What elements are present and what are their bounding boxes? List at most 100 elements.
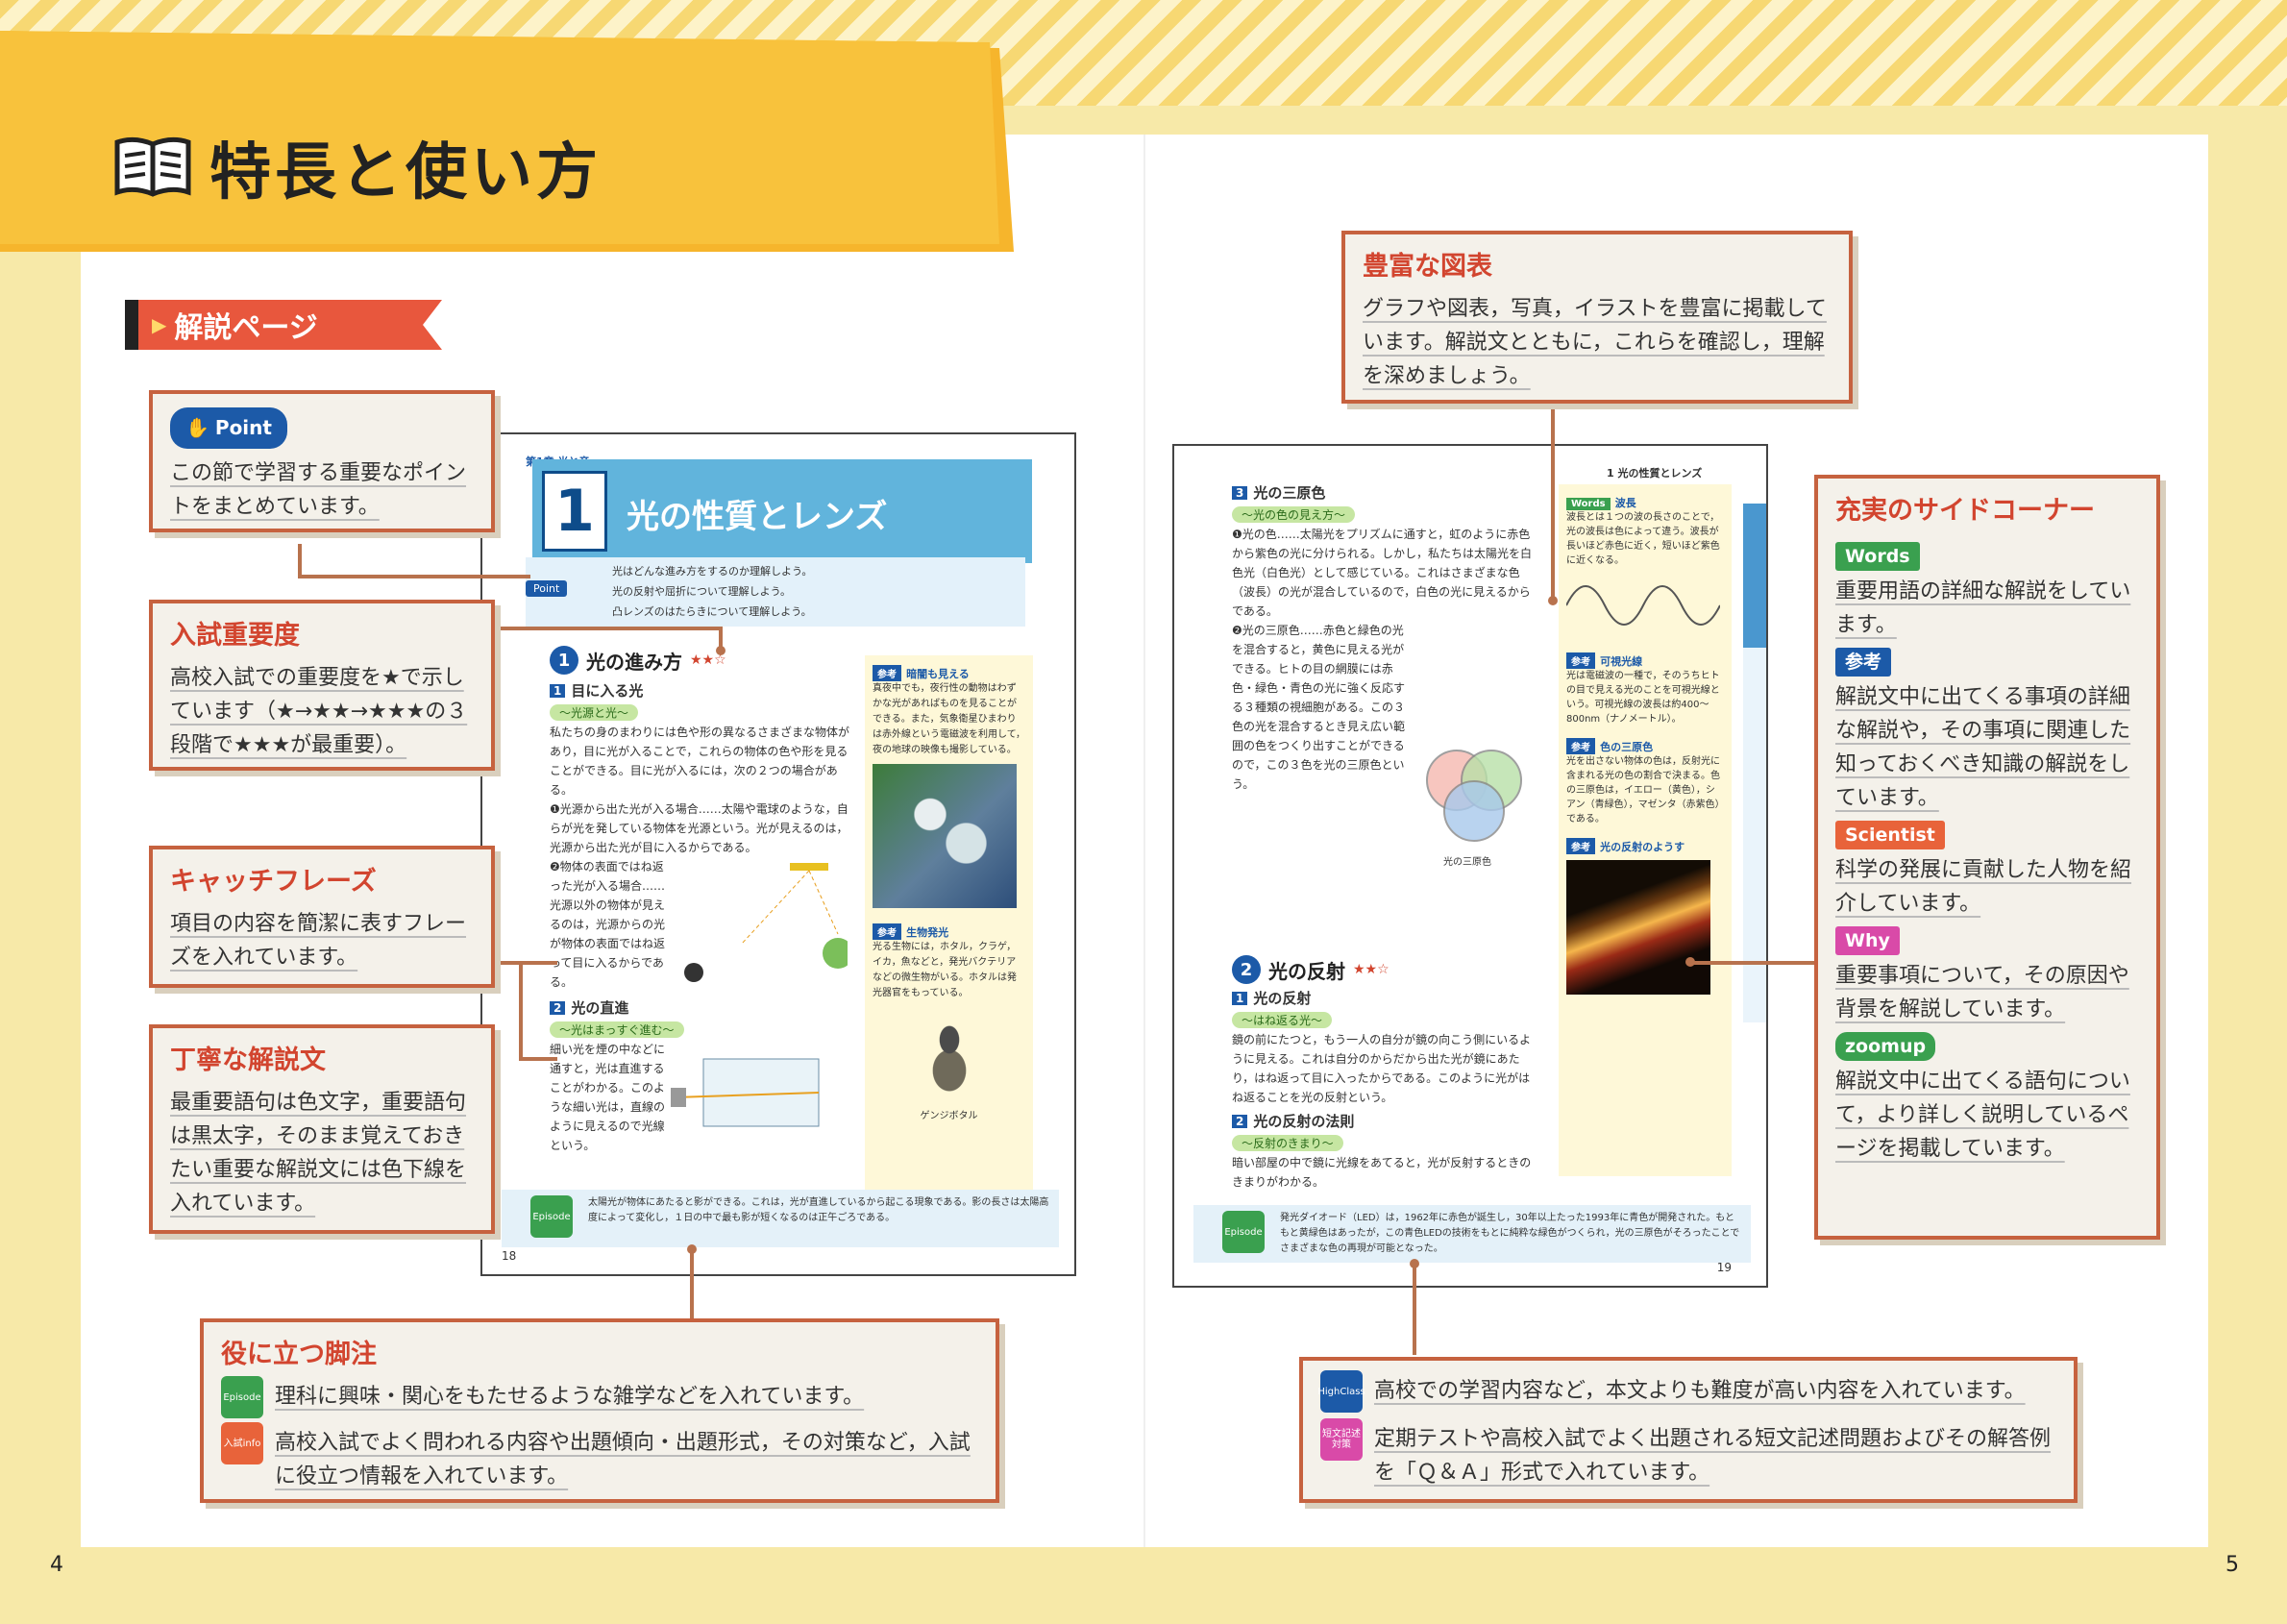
page-title: 特長と使い方: [113, 123, 602, 211]
section-tag: ▶ 解説ページ: [125, 300, 442, 350]
point-item: 光の反射や屈折について理解しよう。: [612, 585, 792, 598]
point-badge: ✋ Point: [170, 407, 287, 449]
reference-badge: 参考: [1835, 648, 1892, 677]
callout-title: 入試重要度: [170, 621, 300, 651]
section-heading: 2 光の反射 ★★☆: [1232, 955, 1539, 984]
callout-title: 丁寧な解説文: [170, 1046, 326, 1075]
point-badge: Point: [526, 580, 568, 597]
side-corner: 参考 光の反射のようす: [1566, 836, 1724, 995]
connector-dot: [1685, 957, 1695, 967]
connector-dot: [1410, 1259, 1419, 1268]
book-icon: [114, 136, 191, 197]
section-tag-label: 解説ページ: [174, 311, 318, 345]
smoke-box-illustration: [671, 1058, 820, 1127]
connector-line: [519, 1057, 557, 1061]
body-text: ❶光源から出た光が入る場合……太陽や電球のような，自らが光を発している物体を光源…: [550, 802, 848, 854]
side-corner: 参考 生物発光 光る生物には，ホタル，クラゲ，イカ，魚などと，発光バクテリアなど…: [873, 922, 1025, 1001]
callout-figures: 豊富な図表 グラフや図表，写真，イラストを豊富に掲載しています。解説文とともに，…: [1341, 231, 1853, 404]
connector-dot: [716, 646, 725, 655]
connector-line: [519, 961, 523, 1057]
side-box-right: Words 波長 波長とは１つの波の長さのことで，光の波長は色によって違う。波長…: [1559, 484, 1732, 1176]
sub-heading: 1 目に入る光: [550, 680, 857, 701]
hand-icon: ✋: [185, 416, 209, 439]
episode-icon: Episode: [530, 1195, 573, 1238]
callout-text: グラフや図表，写真，イラストを豊富に掲載しています。解説文とともに，これらを確認…: [1363, 297, 1827, 388]
callout-text: 高校入試での重要度を★で示しています（★→★★→★★★の３段階で★★★が最重要）…: [170, 666, 468, 757]
diagram-caption: 光の三原色: [1443, 857, 1491, 868]
body-text: ❷物体の表面ではね返った光が入る場合……光源以外の物体が見えるのは，光源からの光…: [550, 860, 666, 989]
callout-footnotes: 役に立つ脚注 Episode 理科に興味・関心をもたせるような雑学などを入れてい…: [200, 1318, 999, 1503]
lesson-title: 光の性質とレンズ: [627, 498, 888, 536]
callout-text: 最重要語句は色文字，重要語句は黒太字，そのまま覚えておきたい重要な解説文には色下…: [170, 1091, 467, 1216]
zoomup-badge: zoomup: [1835, 1032, 1936, 1061]
side-corner-item: Words 重要用語の詳細な解説をしています。: [1835, 536, 2139, 642]
sub-heading: 1 光の反射: [1232, 988, 1539, 1008]
episode-icon: Episode: [1222, 1211, 1265, 1253]
catchphrase: 〜光源と光〜: [550, 704, 639, 721]
lesson-number: 1: [542, 471, 607, 552]
point-item: 光はどんな進み方をするのか理解しよう。: [612, 565, 813, 578]
callout-title: 役に立つ脚注: [221, 1340, 377, 1369]
firefly-illustration: [900, 1011, 997, 1107]
page-number: 19: [1716, 1261, 1732, 1274]
callout-title: 豊富な図表: [1363, 252, 1492, 282]
connector-line: [1551, 404, 1555, 602]
catchphrase: 〜光はまっすぐ進む〜: [550, 1021, 684, 1038]
side-corner: 参考 色の三原色 光を出さない物体の色は，反射光に含まれる光の色の割合で決まる。…: [1566, 736, 1724, 826]
page-number: 18: [502, 1249, 517, 1263]
callout-explanation: 丁寧な解説文 最重要語句は色文字，重要語句は黒太字，そのまま覚えておきたい重要な…: [149, 1024, 495, 1234]
connector-line: [690, 1249, 694, 1318]
episode-footnote: Episode 発光ダイオード（LED）は，1962年に赤色が誕生し，30年以上…: [1193, 1205, 1751, 1263]
body-text: 私たちの身のまわりには色や形の異なるさまざまな物体があり，目に光が入ることで，こ…: [550, 726, 850, 797]
callout-catchphrase: キャッチフレーズ 項目の内容を簡潔に表すフレーズを入れています。: [149, 846, 495, 988]
exam-info-icon: 入試info: [221, 1422, 263, 1464]
body-text: ❷光の三原色……赤色と緑色の光を混合すると，黄色に見える光ができる。ヒトの目の網…: [1232, 624, 1406, 791]
wave-diagram: [1565, 585, 1721, 626]
connector-dot: [1548, 596, 1558, 605]
running-head: 1 光の性質とレンズ: [1607, 467, 1703, 480]
side-corner-item: 参考 解説文中に出てくる事項の詳細な解説や，その事項に関連した知っておくべき知識…: [1835, 642, 2139, 815]
page-number-left: 4: [50, 1553, 63, 1577]
title-text: 特長と使い方: [209, 137, 602, 209]
scientist-badge: Scientist: [1835, 821, 1945, 849]
point-item: 凸レンズのはたらきについて理解しよう。: [612, 605, 812, 618]
callout-title: キャッチフレーズ: [170, 867, 377, 897]
side-corner: 参考 可視光線 光は電磁波の一種で，そのうちヒトの目で見える光のことを可視光線と…: [1566, 651, 1724, 726]
page-number-right: 5: [2226, 1553, 2239, 1577]
callout-text: この節で学習する重要なポイントをまとめています。: [170, 461, 467, 519]
words-corner: Words 波長 波長とは１つの波の長さのことで，光の波長は色によって違う。波長…: [1566, 497, 1720, 566]
why-badge: Why: [1835, 926, 1900, 955]
side-box-left: 参考 暗闇も見える 真夜中でも，夜行性の動物はわずかな光があればものを見ることが…: [865, 655, 1033, 1222]
callout-side-corners: 充実のサイドコーナー Words 重要用語の詳細な解説をしています。 参考 解説…: [1814, 475, 2160, 1240]
body-text: 暗い部屋の中で鏡に光線をあてると，光が反射するときのきまりがわかる。: [1232, 1156, 1532, 1189]
callout-advanced: HighClass 高校での学習内容など，本文よりも難度が高い内容を入れています…: [1299, 1357, 2078, 1503]
connector-line: [1413, 1261, 1416, 1355]
triangle-icon: ▶: [152, 313, 167, 336]
footnote-row: 入試info 高校入試でよく問われる内容や出題傾向・出題形式，その対策など，入試…: [221, 1422, 978, 1493]
side-corner-item: Scientist 科学の発展に貢献した人物を紹介しています。: [1835, 815, 2139, 921]
episode-footnote: Episode 太陽光が物体にあたると影ができる。これは，光が直進しているから起…: [502, 1190, 1059, 1247]
connector-line: [298, 575, 530, 578]
callout-importance: 入試重要度 高校入試での重要度を★で示しています（★→★★→★★★の３段階で★★…: [149, 600, 495, 771]
catchphrase: 〜反射のきまり〜: [1232, 1135, 1343, 1151]
callout-point: ✋ Point この節で学習する重要なポイントをまとめています。: [149, 390, 495, 532]
importance-stars: ★★☆: [1353, 962, 1389, 977]
main-column-2: 2 光の反射 ★★☆ 1 光の反射 〜はね返る光〜 鏡の前にたつと，もう一人の自分…: [1232, 955, 1539, 1192]
catchphrase: 〜はね返る光〜: [1232, 1012, 1333, 1028]
sample-page-left: 第1章 光と音 1 光の性質とレンズ Point 光はどんな進み方をするのか理解…: [480, 432, 1076, 1276]
section-heading: 1 光の進み方 ★★☆: [550, 646, 857, 675]
callout-text: 項目の内容を簡潔に表すフレーズを入れています。: [170, 912, 467, 970]
connector-line: [298, 544, 302, 578]
sample-page-right: 1 光の性質とレンズ 3 光の三原色 〜光の色の見え方〜 ❶光の色……太陽光をプリ…: [1172, 444, 1768, 1288]
side-corner-item: zoomup 解説文中に出てくる語句について，より詳しく説明しているページを掲載…: [1835, 1026, 2139, 1166]
sub-heading: 2 光の反射の法則: [1232, 1111, 1539, 1131]
side-corner: 参考 暗闇も見える 真夜中でも，夜行性の動物はわずかな光があればものを見ることが…: [873, 663, 1025, 758]
light-illustration: [684, 863, 848, 982]
connector-line: [1689, 961, 1814, 965]
body-text: 細い光を煙の中などに通すと，光は直進することがわかる。このような細い光は，直線の…: [550, 1043, 666, 1152]
three-primary-colors-diagram: [1426, 750, 1532, 855]
highclass-icon: HighClass: [1317, 1370, 1365, 1413]
spread-gutter: [1144, 135, 1145, 1547]
reflection-photo: [1566, 860, 1710, 995]
side-corner-item: Why 重要事項について，その原因や背景を解説しています。: [1835, 921, 2139, 1026]
